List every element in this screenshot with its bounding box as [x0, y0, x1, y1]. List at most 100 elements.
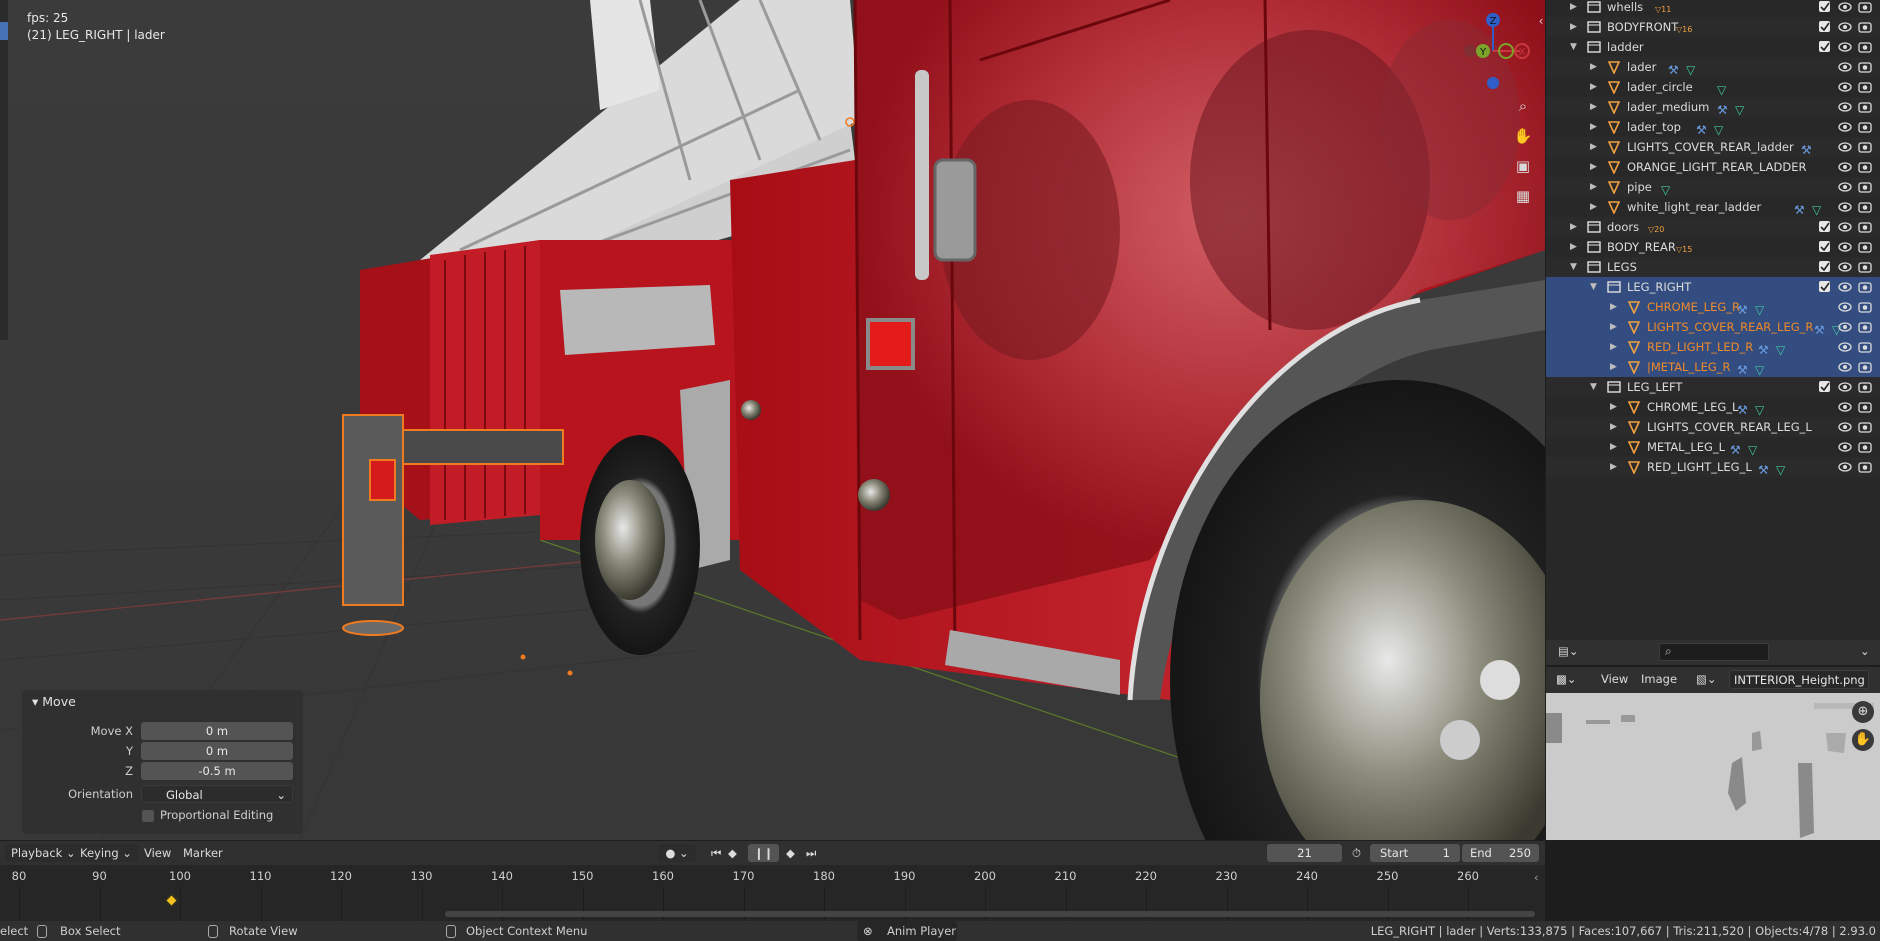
outliner-object-row[interactable]: ▶ pipe ▽: [1546, 177, 1880, 197]
ruler-frame-number[interactable]: 240: [1296, 869, 1318, 883]
exclude-checkbox[interactable]: [1818, 220, 1832, 234]
camera-render-icon[interactable]: [1858, 360, 1872, 374]
last-operator-panel[interactable]: ▾ Move Move X 0 m Y 0 m Z -0.5 m Orienta…: [22, 690, 303, 834]
outliner-object-row[interactable]: ▶ LIGHTS_COVER_REAR_ladder ⚒: [1546, 137, 1880, 157]
expand-arrow-down-icon[interactable]: ▼: [1570, 37, 1582, 57]
outliner-collection-row[interactable]: ▼ LEG_LEFT: [1546, 377, 1880, 397]
outliner-item-name[interactable]: lader_top: [1627, 117, 1681, 137]
camera-render-icon[interactable]: [1858, 260, 1872, 274]
camera-render-icon[interactable]: [1858, 320, 1872, 334]
filter-dropdown-icon[interactable]: ⌄: [1860, 644, 1870, 658]
expand-arrow-right-icon[interactable]: ▶: [1590, 157, 1602, 177]
grid-icon[interactable]: ▦: [1512, 185, 1534, 207]
eye-visibility-icon[interactable]: [1838, 400, 1852, 414]
current-frame-field[interactable]: 21: [1267, 844, 1342, 862]
image-editor-type-icon[interactable]: ▩⌄: [1556, 672, 1577, 686]
exclude-checkbox[interactable]: [1818, 240, 1832, 254]
outliner-item-name[interactable]: CHROME_LEG_R: [1647, 297, 1740, 317]
keying-menu[interactable]: Keying ⌄: [74, 844, 138, 862]
eye-visibility-icon[interactable]: [1838, 100, 1852, 114]
zoom-icon[interactable]: ⊕: [1852, 701, 1874, 723]
ruler-frame-number[interactable]: 100: [169, 869, 191, 883]
expand-arrow-right-icon[interactable]: ▶: [1590, 117, 1602, 137]
expand-arrow-right-icon[interactable]: ▶: [1590, 197, 1602, 217]
ruler-frame-number[interactable]: 120: [330, 869, 352, 883]
wrench-modifier-icon[interactable]: ⚒: [1737, 400, 1748, 417]
ruler-frame-number[interactable]: 200: [974, 869, 996, 883]
jump-end-icon[interactable]: ⏭: [800, 844, 822, 862]
operator-panel-header[interactable]: ▾ Move: [22, 690, 303, 714]
ruler-frame-number[interactable]: 250: [1377, 869, 1399, 883]
move-y-field[interactable]: 0 m: [141, 742, 293, 760]
outliner-collection-row[interactable]: ▶ BODYFRONT ▽16: [1546, 17, 1880, 37]
outliner-item-name[interactable]: LIGHTS_COVER_REAR_LEG_L: [1647, 417, 1812, 437]
children-badge-icon[interactable]: ▽16: [1676, 20, 1692, 34]
outliner-item-name[interactable]: white_light_rear_ladder: [1627, 197, 1761, 217]
eye-visibility-icon[interactable]: [1838, 160, 1852, 174]
outliner-panel[interactable]: ▶ whells ▽11 ▶ BODYFRONT ▽16 ▼ ladder ▶ lader ⚒ ▽ ▶ l…: [1546, 0, 1880, 640]
timeline-scrollbar[interactable]: [445, 911, 1535, 917]
expand-arrow-right-icon[interactable]: ▶: [1570, 17, 1582, 37]
outliner-collection-row[interactable]: ▼ LEGS: [1546, 257, 1880, 277]
expand-arrow-right-icon[interactable]: ▶: [1610, 297, 1622, 317]
camera-render-icon[interactable]: [1858, 460, 1872, 474]
outliner-collection-row[interactable]: ▶ BODY_REAR ▽15: [1546, 237, 1880, 257]
outliner-item-name[interactable]: doors: [1607, 217, 1639, 237]
outliner-item-name[interactable]: ladder: [1607, 37, 1644, 57]
mesh-data-icon[interactable]: ▽: [1735, 100, 1744, 117]
wrench-modifier-icon[interactable]: ⚒: [1737, 360, 1748, 377]
camera-render-icon[interactable]: [1858, 240, 1872, 254]
expand-arrow-right-icon[interactable]: ▶: [1570, 217, 1582, 237]
mesh-data-icon[interactable]: ▽: [1755, 360, 1764, 377]
exclude-checkbox[interactable]: [1818, 380, 1832, 394]
expand-arrow-right-icon[interactable]: ▶: [1590, 137, 1602, 157]
expand-arrow-down-icon[interactable]: ▼: [1590, 277, 1602, 297]
close-icon[interactable]: ⊗: [863, 921, 873, 941]
anim-player-job[interactable]: ⊗ Anim Player: [857, 921, 957, 941]
outliner-collection-row[interactable]: ▶ doors ▽20: [1546, 217, 1880, 237]
outliner-item-name[interactable]: RED_LIGHT_LEG_L: [1647, 457, 1752, 477]
outliner-collection-row[interactable]: ▶ whells ▽11: [1546, 0, 1880, 17]
mesh-data-icon[interactable]: ▽: [1714, 120, 1723, 137]
eye-visibility-icon[interactable]: [1838, 120, 1852, 134]
ruler-frame-number[interactable]: 210: [1055, 869, 1077, 883]
camera-render-icon[interactable]: [1858, 340, 1872, 354]
outliner-item-name[interactable]: lader_medium: [1627, 97, 1709, 117]
children-badge-icon[interactable]: ▽11: [1655, 0, 1671, 14]
outliner-item-name[interactable]: BODYFRONT: [1607, 17, 1678, 37]
wrench-modifier-icon[interactable]: ⚒: [1668, 60, 1679, 77]
end-frame-field[interactable]: End 250: [1462, 844, 1539, 862]
mesh-data-icon[interactable]: ▽: [1755, 400, 1764, 417]
wrench-modifier-icon[interactable]: ⚒: [1717, 100, 1728, 117]
mesh-data-icon[interactable]: ▽: [1776, 340, 1785, 357]
camera-render-icon[interactable]: [1858, 20, 1872, 34]
eye-visibility-icon[interactable]: [1838, 260, 1852, 274]
expand-arrow-right-icon[interactable]: ▶: [1570, 0, 1582, 17]
children-badge-icon[interactable]: ▽20: [1648, 220, 1664, 234]
ruler-frame-number[interactable]: 220: [1135, 869, 1157, 883]
expand-arrow-right-icon[interactable]: ▶: [1610, 317, 1622, 337]
camera-icon[interactable]: ▣: [1512, 155, 1534, 177]
image-editor-canvas[interactable]: ⊕ ✋: [1546, 693, 1880, 840]
menu-view[interactable]: View: [1601, 672, 1628, 686]
start-frame-field[interactable]: Start 1: [1370, 844, 1460, 862]
expand-arrow-right-icon[interactable]: ▶: [1590, 57, 1602, 77]
outliner-object-row[interactable]: ▶ CHROME_LEG_R ⚒ ▽: [1546, 297, 1880, 317]
outliner-search-input[interactable]: ⌕: [1659, 643, 1769, 661]
eye-visibility-icon[interactable]: [1838, 0, 1852, 14]
move-z-field[interactable]: -0.5 m: [141, 762, 293, 780]
pause-icon[interactable]: ❙❙: [748, 844, 780, 862]
chevron-left-icon[interactable]: ‹: [1534, 871, 1538, 884]
keyframe-marker[interactable]: [165, 894, 178, 907]
eye-visibility-icon[interactable]: [1838, 140, 1852, 154]
outliner-collection-row[interactable]: ▼ LEG_RIGHT: [1546, 277, 1880, 297]
outliner-item-name[interactable]: LIGHTS_COVER_REAR_ladder: [1627, 137, 1794, 157]
mesh-data-icon[interactable]: ▽: [1686, 60, 1695, 77]
outliner-object-row[interactable]: ▶ lader ⚒ ▽: [1546, 57, 1880, 77]
camera-render-icon[interactable]: [1858, 120, 1872, 134]
eye-visibility-icon[interactable]: [1838, 300, 1852, 314]
expand-arrow-right-icon[interactable]: ▶: [1590, 177, 1602, 197]
chevron-left-icon[interactable]: ‹: [1530, 10, 1545, 32]
outliner-item-name[interactable]: RED_LIGHT_LED_R: [1647, 337, 1753, 357]
outliner-object-row[interactable]: ▶ ORANGE_LIGHT_REAR_LADDER: [1546, 157, 1880, 177]
